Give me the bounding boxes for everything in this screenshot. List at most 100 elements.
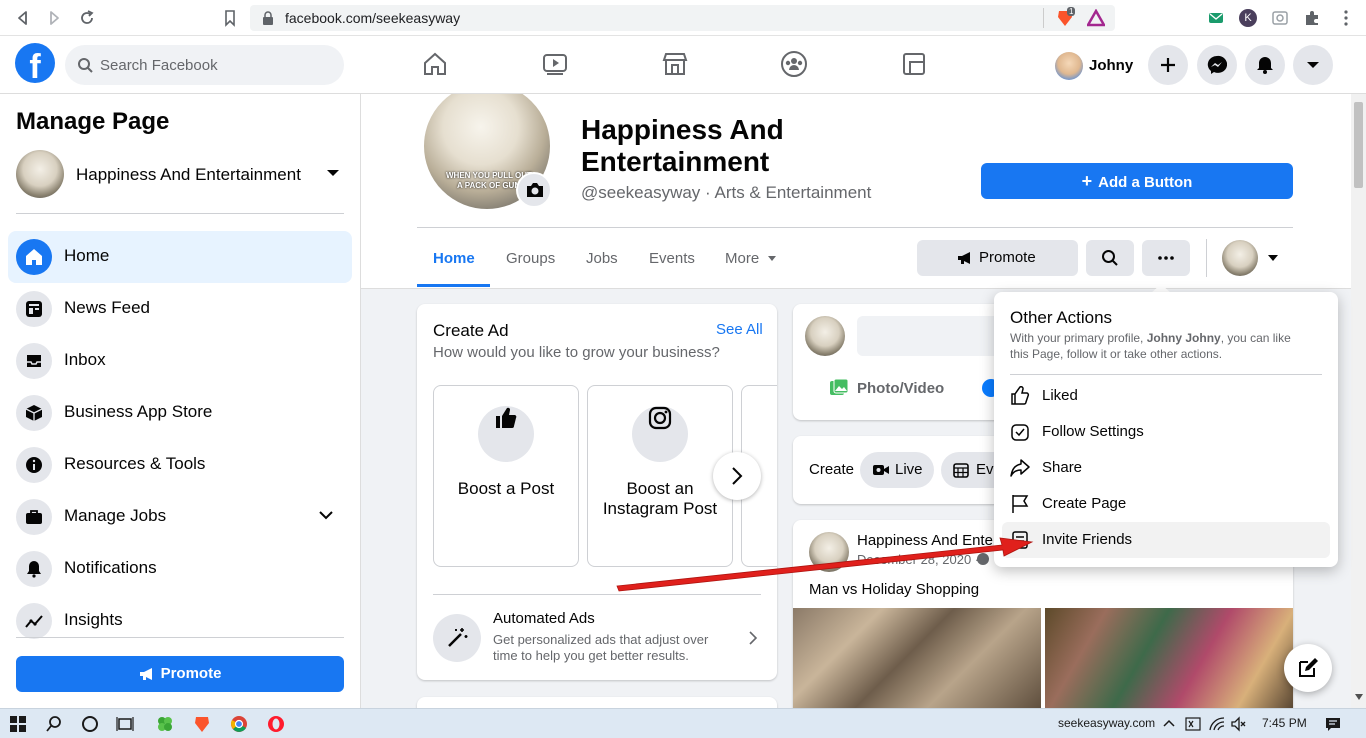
search-input[interactable]: Search Facebook (65, 45, 344, 85)
menu-item-invite-friends[interactable]: Invite Friends (1002, 522, 1330, 558)
extensions-icon[interactable] (1303, 9, 1321, 27)
search-icon[interactable] (45, 715, 63, 733)
carousel-next-button[interactable] (713, 452, 761, 500)
menu-item-follow-settings[interactable]: Follow Settings (1002, 414, 1330, 450)
windows-start-icon[interactable] (9, 715, 27, 733)
create-label: Create (809, 461, 855, 478)
home-icon (16, 239, 52, 275)
task-view-icon[interactable] (116, 715, 134, 733)
post-image-left[interactable] (793, 608, 1041, 708)
menu-item-create-page[interactable]: Create Page (1002, 486, 1330, 522)
back-icon[interactable] (14, 9, 32, 27)
sidebar-item-insights[interactable]: Insights (8, 595, 352, 647)
sidebar-item-home[interactable]: Home (8, 231, 352, 283)
brave-browser-icon[interactable] (193, 715, 211, 733)
plus-icon: + (1081, 171, 1093, 191)
sidebar-item-manage-jobs[interactable]: Manage Jobs (8, 491, 352, 543)
address-bar[interactable]: facebook.com/seekeasyway 1 (250, 5, 1115, 31)
new-message-button[interactable] (1284, 644, 1332, 692)
watch-icon[interactable] (541, 50, 569, 78)
photo-video-button[interactable]: Photo/Video (857, 380, 944, 397)
chevron-down-icon[interactable] (318, 509, 334, 521)
share-icon (1010, 458, 1030, 478)
bookmark-icon[interactable] (221, 9, 239, 27)
voice-selector[interactable] (1222, 240, 1282, 276)
cortana-icon[interactable] (81, 715, 99, 733)
taskbar-site-label: seekeasyway.com (1058, 716, 1156, 730)
menu-icon[interactable] (1337, 9, 1355, 27)
tray-chevron-icon[interactable] (1160, 715, 1178, 733)
account-menu-button[interactable] (1293, 45, 1333, 85)
home-icon[interactable] (421, 50, 449, 78)
tab-events[interactable]: Events (649, 250, 695, 267)
chrome-icon[interactable] (230, 715, 248, 733)
wifi-icon[interactable] (1208, 715, 1226, 733)
mail-extension-icon[interactable] (1207, 9, 1225, 27)
menu-desc-name: Johny Johny (1146, 331, 1221, 345)
boost-instagram-option[interactable]: Boost an Instagram Post (587, 385, 733, 567)
page-search-button[interactable] (1086, 240, 1134, 276)
divider (1010, 374, 1322, 375)
bell-icon (16, 551, 52, 587)
groups-icon[interactable] (780, 50, 808, 78)
lock-icon (262, 11, 274, 25)
gaming-icon[interactable] (900, 50, 928, 78)
page-title: Happiness And Entertainment (581, 114, 784, 178)
insights-icon (16, 603, 52, 639)
opera-icon[interactable] (267, 715, 285, 733)
calendar-icon (953, 463, 969, 478)
scrollbar-thumb[interactable] (1354, 102, 1363, 188)
language-icon[interactable] (1184, 715, 1202, 733)
divider (433, 594, 761, 595)
globe-icon (977, 553, 989, 565)
screenshot-extension-icon[interactable] (1271, 9, 1289, 27)
divider (16, 213, 344, 214)
page-switcher[interactable]: Happiness And Entertainment (16, 150, 344, 198)
volume-muted-icon[interactable] (1230, 715, 1248, 733)
camera-button[interactable] (516, 172, 552, 208)
post-author[interactable]: Happiness And Ente (857, 532, 993, 549)
tab-more[interactable]: More (725, 250, 759, 267)
live-button[interactable]: Live (860, 452, 934, 488)
post-image-right[interactable] (1045, 608, 1293, 708)
reload-icon[interactable] (78, 9, 96, 27)
promote-button[interactable]: Promote (917, 240, 1078, 276)
post-text: Man vs Holiday Shopping (809, 581, 980, 598)
boost-post-option[interactable]: Boost a Post (433, 385, 579, 567)
more-options-button[interactable] (1142, 240, 1190, 276)
tab-groups[interactable]: Groups (506, 250, 555, 267)
menu-item-liked[interactable]: Liked (1002, 378, 1330, 414)
marketplace-icon[interactable] (661, 50, 689, 78)
tab-jobs[interactable]: Jobs (586, 250, 618, 267)
facebook-logo[interactable]: f (15, 43, 55, 83)
menu-title: Other Actions (1010, 308, 1113, 327)
brave-rewards-icon[interactable] (1087, 9, 1105, 27)
briefcase-icon (16, 499, 52, 535)
promote-button[interactable]: Promote (16, 656, 344, 692)
add-a-button[interactable]: + Add a Button (981, 163, 1293, 199)
see-all-link[interactable]: See All (716, 321, 763, 338)
sidebar-item-inbox[interactable]: Inbox (8, 335, 352, 387)
sidebar-item-business-app-store[interactable]: Business App Store (8, 387, 352, 439)
facebook-header: f Search Facebook Johny (0, 36, 1366, 94)
notifications-button[interactable] (1245, 45, 1285, 85)
avatar (805, 316, 845, 356)
sidebar-item-news-feed[interactable]: News Feed (8, 283, 352, 335)
sidebar-item-label: Inbox (64, 350, 106, 369)
sidebar-item-notifications[interactable]: Notifications (8, 543, 352, 595)
taskbar-clock[interactable]: 7:45 PM (1262, 716, 1307, 730)
menu-item-share[interactable]: Share (1002, 450, 1330, 486)
sidebar-item-label: Business App Store (64, 402, 213, 421)
create-button[interactable] (1148, 45, 1188, 85)
option-label: Boost a Post (457, 479, 555, 498)
automated-ads-row[interactable]: Automated Ads Get personalized ads that … (433, 610, 773, 664)
profile-icon[interactable]: K (1239, 9, 1257, 27)
messenger-button[interactable] (1197, 45, 1237, 85)
post-date[interactable]: December 28, 2020 · (857, 552, 979, 567)
sidebar-item-resources-tools[interactable]: Resources & Tools (8, 439, 352, 491)
action-center-icon[interactable] (1324, 715, 1342, 733)
clover-app-icon[interactable] (156, 715, 174, 733)
forward-icon[interactable] (45, 9, 63, 27)
tab-home[interactable]: Home (433, 250, 475, 267)
page-scrollbar[interactable] (1351, 94, 1366, 708)
